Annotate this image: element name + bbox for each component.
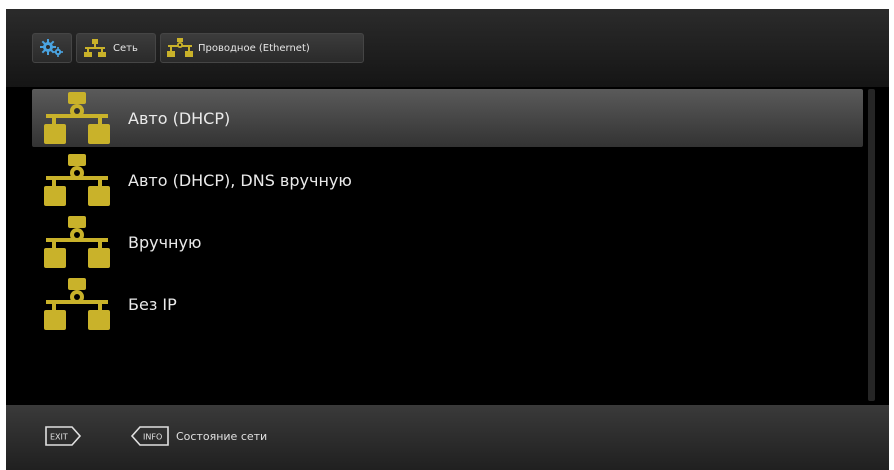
connection-type-list: Авто (DHCP) Авто (DHCP), DNS вручную Вру… bbox=[32, 89, 863, 401]
screen: Сеть Проводное (Ethernet) Авто (DHCP) Ав… bbox=[6, 9, 889, 470]
info-key-button[interactable]: INFO Состояние сети bbox=[130, 424, 267, 448]
list-item-auto-dhcp[interactable]: Авто (DHCP) bbox=[32, 89, 863, 147]
breadcrumb-network[interactable]: Сеть bbox=[76, 33, 156, 63]
network-gear-icon bbox=[44, 216, 110, 268]
breadcrumb-settings[interactable] bbox=[32, 33, 72, 63]
gears-icon bbox=[40, 39, 63, 57]
network-icon bbox=[84, 39, 106, 57]
list-item-auto-dhcp-manual-dns[interactable]: Авто (DHCP), DNS вручную bbox=[32, 151, 863, 209]
scrollbar[interactable] bbox=[868, 89, 875, 401]
network-gear-icon bbox=[44, 278, 110, 330]
network-gear-icon bbox=[44, 92, 110, 144]
network-status-label: Состояние сети bbox=[176, 429, 268, 443]
list-item-label: Авто (DHCP), DNS вручную bbox=[128, 170, 352, 190]
network-gear-icon bbox=[167, 38, 193, 57]
list-item-no-ip[interactable]: Без IP bbox=[32, 275, 863, 333]
list-item-label: Авто (DHCP) bbox=[128, 108, 231, 128]
breadcrumb-wired[interactable]: Проводное (Ethernet) bbox=[160, 33, 364, 63]
svg-text:EXIT: EXIT bbox=[50, 433, 68, 442]
list-item-label: Без IP bbox=[128, 294, 177, 314]
breadcrumb-wired-label: Проводное (Ethernet) bbox=[198, 42, 310, 54]
exit-key-icon: EXIT bbox=[45, 426, 82, 446]
info-key-icon: INFO bbox=[130, 426, 169, 446]
svg-text:INFO: INFO bbox=[143, 433, 162, 442]
breadcrumb-network-label: Сеть bbox=[113, 42, 138, 54]
list-item-label: Вручную bbox=[128, 232, 202, 252]
header-bar: Сеть Проводное (Ethernet) bbox=[6, 9, 889, 87]
list-item-manual[interactable]: Вручную bbox=[32, 213, 863, 271]
footer-bar: EXIT INFO Состояние сети bbox=[6, 405, 889, 470]
network-gear-icon bbox=[44, 154, 110, 206]
exit-key-button[interactable]: EXIT bbox=[44, 424, 82, 448]
